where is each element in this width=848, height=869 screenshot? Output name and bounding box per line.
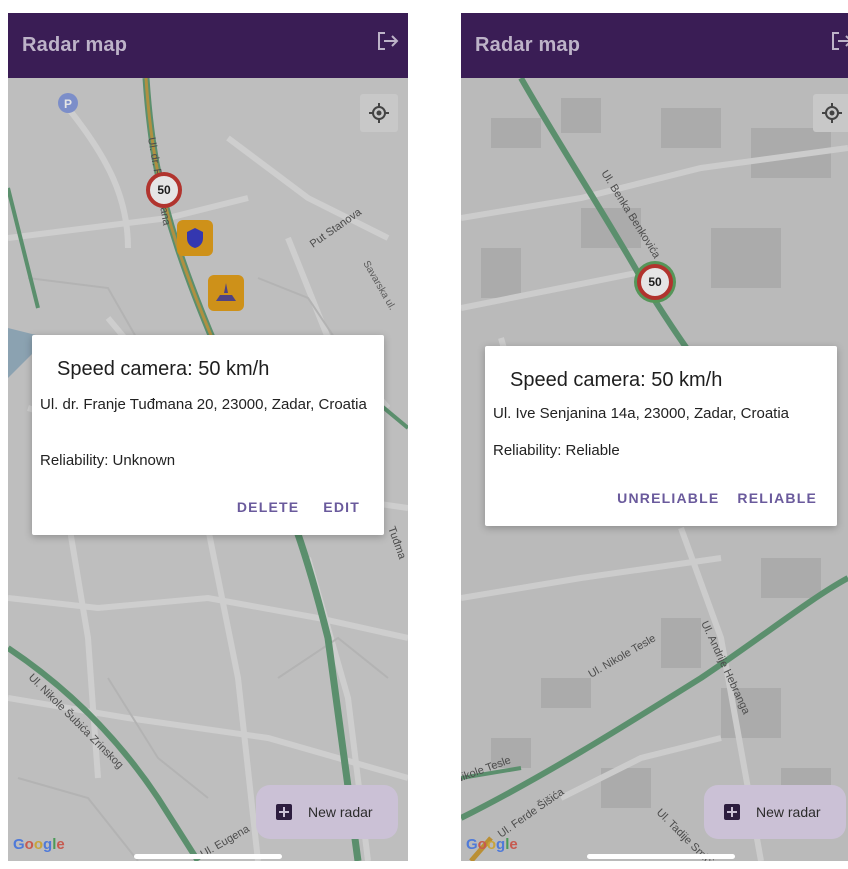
app-bar: Radar map	[461, 13, 848, 78]
new-radar-label: New radar	[308, 804, 373, 820]
dialog-reliability: Reliability: Reliable	[493, 442, 620, 459]
unreliable-button[interactable]: UNRELIABLE	[617, 490, 719, 506]
delete-button[interactable]: DELETE	[237, 499, 299, 515]
dialog-title: Speed camera: 50 km/h	[510, 369, 723, 391]
edit-button[interactable]: EDIT	[323, 499, 360, 515]
new-radar-button[interactable]: New radar	[704, 785, 846, 839]
radar-details-dialog: Speed camera: 50 km/h Ul. Ive Senjanina …	[485, 346, 837, 526]
app-bar: Radar map	[8, 13, 408, 78]
dialog-reliability: Reliability: Unknown	[40, 452, 176, 469]
radar-details-dialog: Speed camera: 50 km/h Ul. dr. Franje Tuđ…	[32, 335, 384, 535]
add-icon	[724, 804, 740, 820]
dialog-title: Speed camera: 50 km/h	[57, 358, 270, 380]
app-title: Radar map	[475, 34, 581, 56]
dialog-address: Ul. dr. Franje Tuđmana 20, 23000, Zadar,…	[40, 396, 367, 413]
crosshair-icon	[822, 103, 842, 123]
crosshair-icon	[369, 103, 389, 123]
google-attribution: Google	[13, 836, 65, 853]
my-location-button[interactable]	[813, 94, 848, 132]
logout-icon[interactable]	[374, 28, 400, 54]
reliable-button[interactable]: RELIABLE	[737, 490, 817, 506]
logout-icon[interactable]	[828, 28, 848, 54]
new-radar-button[interactable]: New radar	[256, 785, 398, 839]
home-indicator[interactable]	[134, 854, 282, 859]
add-icon	[276, 804, 292, 820]
screen-right: Radar map Ul. Benka Benkovića Ul. Nikole…	[461, 13, 848, 861]
screen-left: Radar map Put Stanova Savarska ul. Ul. N…	[8, 13, 408, 861]
dialog-address: Ul. Ive Senjanina 14a, 23000, Zadar, Cro…	[493, 405, 790, 422]
my-location-button[interactable]	[360, 94, 398, 132]
home-indicator[interactable]	[587, 854, 735, 859]
new-radar-label: New radar	[756, 804, 821, 820]
app-title: Radar map	[22, 34, 128, 56]
google-attribution: Google	[466, 836, 518, 853]
